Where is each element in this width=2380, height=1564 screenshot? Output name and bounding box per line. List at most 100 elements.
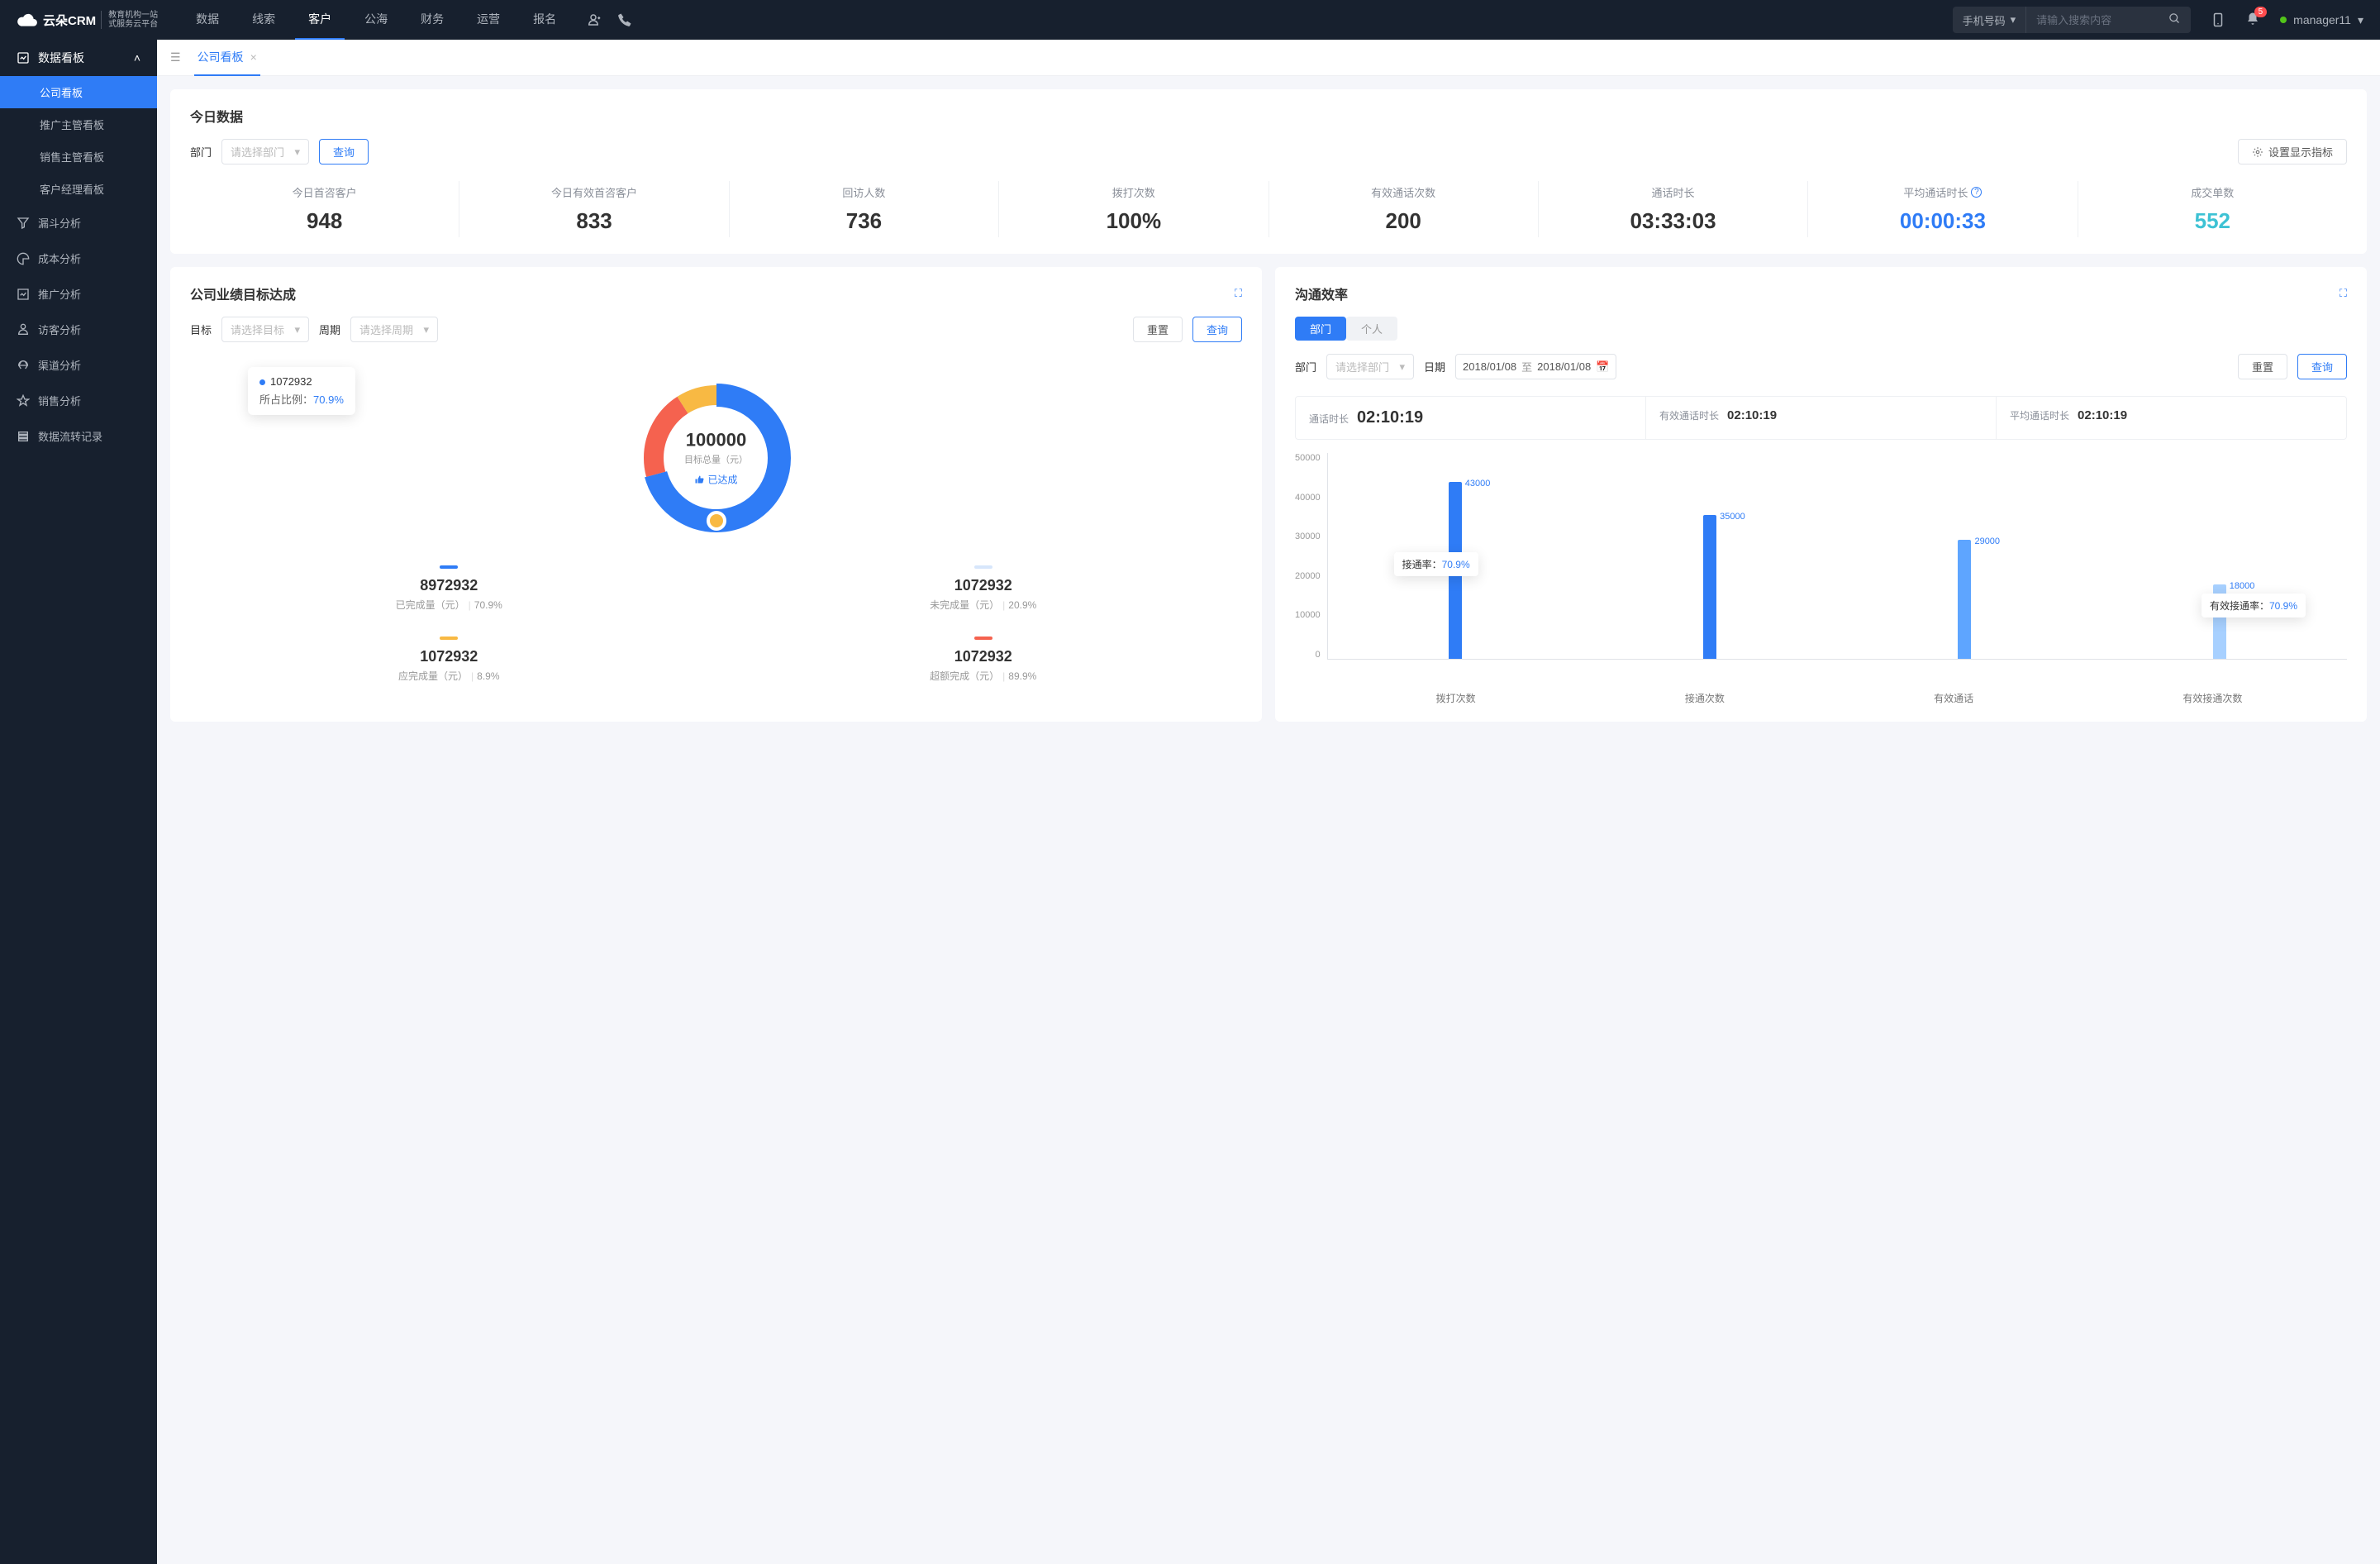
chart-tooltip-2: 有效接通率：70.9% — [2202, 594, 2306, 617]
donut-status: 已达成 — [684, 473, 748, 487]
logo-subtext: 教育机构一站 式服务云平台 — [101, 11, 158, 29]
sidebar-item-成本分析[interactable]: 成本分析 — [0, 241, 157, 276]
status-dot — [2280, 17, 2287, 23]
dept-select[interactable]: 请选择部门 ▾ — [221, 139, 309, 165]
search-icon — [2168, 12, 2181, 25]
menu-icon — [17, 288, 30, 301]
sidebar-item-推广分析[interactable]: 推广分析 — [0, 276, 157, 312]
add-user-icon[interactable] — [586, 12, 601, 27]
nav-item-1[interactable]: 线索 — [239, 0, 288, 40]
sidebar-item-访客分析[interactable]: 访客分析 — [0, 312, 157, 347]
menu-icon — [17, 394, 30, 408]
query-button[interactable]: 查询 — [319, 139, 369, 165]
logo-text: 云朵CRM — [43, 12, 96, 29]
sidebar-item-推广主管看板[interactable]: 推广主管看板 — [0, 108, 157, 141]
legend-item: 1072932应完成量（元）|8.9% — [190, 637, 708, 683]
bar-接通次数[interactable]: 35000 — [1703, 515, 1716, 659]
sidebar-item-销售主管看板[interactable]: 销售主管看板 — [0, 141, 157, 173]
panel-communication: 沟通效率 ⛶ 部门 个人 部门 请选择部门▾ 日期 — [1275, 267, 2367, 722]
tabs-bar: ☰ 公司看板 × — [157, 40, 2380, 76]
panel-performance-title: 公司业绩目标达成 — [190, 284, 296, 303]
sidebar-item-公司看板[interactable]: 公司看板 — [0, 76, 157, 108]
search-button[interactable] — [2159, 12, 2191, 27]
chevron-down-icon: ▾ — [2011, 13, 2016, 26]
target-select[interactable]: 请选择目标▾ — [221, 317, 309, 342]
pill-person[interactable]: 个人 — [1346, 317, 1397, 341]
metric-今日首咨客户: 今日首咨客户948 — [190, 181, 459, 237]
metric-平均通话时长: 平均通话时长?00:00:33 — [1808, 181, 2078, 237]
stat-平均通话时长: 平均通话时长02:10:19 — [1997, 397, 2346, 439]
cloud-icon — [17, 12, 38, 27]
bar-有效通话[interactable]: 29000 — [1958, 540, 1971, 659]
sidebar: 数据看板 ˄ 公司看板推广主管看板销售主管看板客户经理看板 漏斗分析成本分析推广… — [0, 40, 157, 1564]
x-label: 有效通话 — [1934, 691, 1973, 705]
notification-button[interactable]: 5 — [2245, 12, 2260, 29]
gear-icon — [2252, 146, 2263, 158]
mobile-icon[interactable] — [2211, 12, 2225, 27]
donut-chart: 1072932 所占比例：70.9% 1000 — [190, 359, 1242, 557]
dept-placeholder: 请选择部门 — [231, 144, 284, 160]
metric-拨打次数: 拨打次数100% — [999, 181, 1269, 237]
menu-icon — [17, 252, 30, 265]
chevron-down-icon: ▾ — [294, 323, 300, 336]
sidebar-item-销售分析[interactable]: 销售分析 — [0, 383, 157, 418]
period-select[interactable]: 请选择周期▾ — [350, 317, 438, 342]
sidebar-item-渠道分析[interactable]: 渠道分析 — [0, 347, 157, 383]
sidebar-item-客户经理看板[interactable]: 客户经理看板 — [0, 173, 157, 205]
pill-dept[interactable]: 部门 — [1295, 317, 1346, 341]
logo[interactable]: 云朵CRM 教育机构一站 式服务云平台 — [17, 11, 158, 29]
sidebar-group-dashboard[interactable]: 数据看板 ˄ — [0, 40, 157, 76]
search-box: 手机号码 ▾ — [1953, 7, 2192, 33]
tab-label: 公司看板 — [198, 49, 244, 65]
menu-icon — [17, 359, 30, 372]
user-name: manager11 — [2293, 13, 2351, 26]
header-quick-icons — [586, 12, 632, 27]
expand-icon[interactable]: ⛶ — [2340, 287, 2347, 300]
search-type-select[interactable]: 手机号码 ▾ — [1953, 7, 2027, 33]
sidebar-item-数据流转记录[interactable]: 数据流转记录 — [0, 418, 157, 454]
nav-item-0[interactable]: 数据 — [183, 0, 232, 40]
stat-通话时长: 通话时长02:10:19 — [1296, 397, 1646, 439]
expand-icon[interactable]: ⛶ — [1235, 287, 1242, 300]
nav-item-6[interactable]: 报名 — [520, 0, 569, 40]
metric-成交单数: 成交单数552 — [2078, 181, 2347, 237]
metric-今日有效首咨客户: 今日有效首咨客户833 — [459, 181, 729, 237]
period-label: 周期 — [319, 322, 340, 337]
reset-button[interactable]: 重置 — [2238, 354, 2287, 379]
donut-tooltip: 1072932 所占比例：70.9% — [248, 367, 355, 415]
legend-item: 1072932未完成量（元）|20.9% — [725, 565, 1243, 612]
chevron-down-icon: ▾ — [1399, 360, 1405, 374]
metric-有效通话次数: 有效通话次数200 — [1269, 181, 1539, 237]
user-menu[interactable]: manager11 ▾ — [2280, 13, 2363, 27]
stat-有效通话时长: 有效通话时长02:10:19 — [1646, 397, 1997, 439]
help-icon[interactable]: ? — [1971, 187, 1982, 198]
sidebar-item-漏斗分析[interactable]: 漏斗分析 — [0, 205, 157, 241]
query-button[interactable]: 查询 — [2297, 354, 2347, 379]
settings-metrics-button[interactable]: 设置显示指标 — [2238, 139, 2347, 165]
nav-item-3[interactable]: 公海 — [351, 0, 401, 40]
comm-dept-select[interactable]: 请选择部门▾ — [1326, 354, 1414, 379]
query-button[interactable]: 查询 — [1192, 317, 1242, 342]
menu-icon — [17, 323, 30, 336]
metric-通话时长: 通话时长03:33:03 — [1539, 181, 1808, 237]
nav-item-4[interactable]: 财务 — [407, 0, 457, 40]
notification-badge: 5 — [2254, 7, 2268, 17]
metric-回访人数: 回访人数736 — [730, 181, 999, 237]
chevron-down-icon: ▾ — [424, 323, 430, 336]
date-range-picker[interactable]: 2018/01/08 至 2018/01/08 📅 — [1455, 354, 1616, 379]
target-label: 目标 — [190, 322, 212, 337]
nav-item-2[interactable]: 客户 — [295, 0, 345, 40]
close-icon[interactable]: × — [250, 50, 257, 64]
phone-icon[interactable] — [617, 12, 632, 27]
header-right: 5 manager11 ▾ — [2211, 12, 2363, 29]
x-label: 拨打次数 — [1436, 691, 1476, 705]
tab-company-dashboard[interactable]: 公司看板 × — [194, 40, 260, 76]
search-input[interactable] — [2026, 14, 2159, 26]
panel-comm-title: 沟通效率 — [1295, 284, 1348, 303]
panel-performance: 公司业绩目标达成 ⛶ 目标 请选择目标▾ 周期 请选择周期▾ — [170, 267, 1262, 722]
reset-button[interactable]: 重置 — [1133, 317, 1183, 342]
nav-item-5[interactable]: 运营 — [464, 0, 513, 40]
comm-dept-label: 部门 — [1295, 359, 1316, 374]
hamburger-icon[interactable]: ☰ — [170, 50, 181, 64]
x-label: 有效接通次数 — [2182, 691, 2242, 705]
